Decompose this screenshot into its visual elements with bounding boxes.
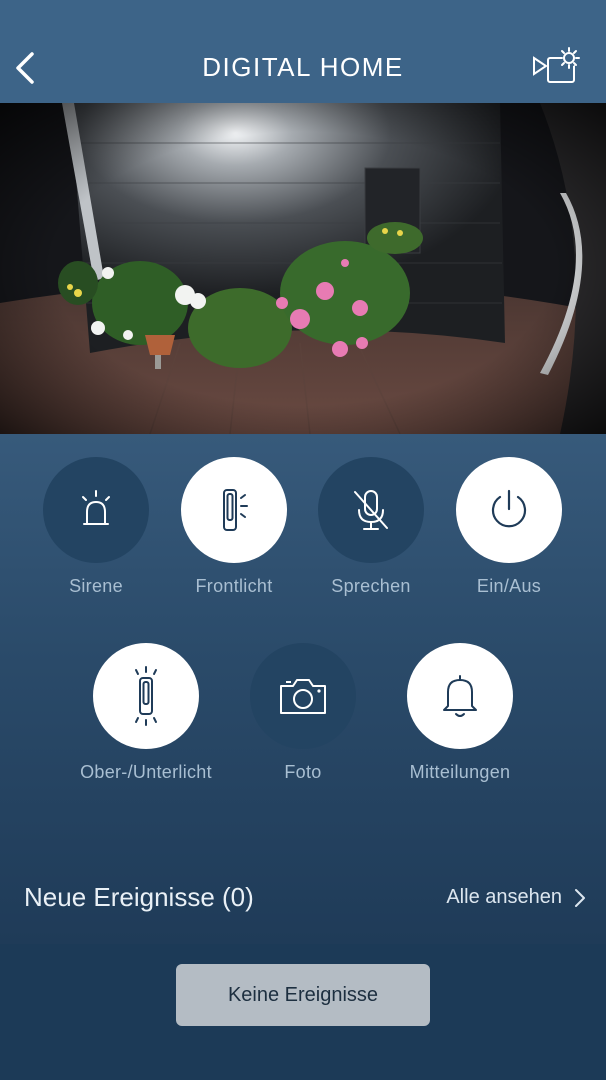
see-all-label: Alle ansehen: [446, 886, 562, 908]
no-events-button[interactable]: Keine Ereignisse: [176, 964, 430, 1026]
front-light-icon: [223, 489, 248, 531]
see-all-link[interactable]: Alle ansehen: [446, 886, 586, 909]
photo-control[interactable]: Foto: [233, 643, 373, 783]
power-control[interactable]: Ein/Aus: [439, 457, 579, 597]
speak-button[interactable]: [318, 457, 424, 563]
app-header: DIGITAL HOME: [0, 0, 606, 103]
front-light-control[interactable]: Frontlicht: [164, 457, 304, 597]
up-down-light-button[interactable]: [93, 643, 199, 749]
siren-control[interactable]: Sirene: [26, 457, 166, 597]
siren-button[interactable]: [43, 457, 149, 563]
chevron-right-icon: [575, 888, 585, 907]
page-title: DIGITAL HOME: [202, 52, 404, 82]
photo-button[interactable]: [250, 643, 356, 749]
controls-panel: Sirene Frontlicht Sprechen Ein/Aus Ober-…: [0, 434, 606, 944]
siren-icon: [82, 490, 110, 525]
front-light-button[interactable]: [181, 457, 287, 563]
power-label: Ein/Aus: [476, 576, 542, 596]
speak-label: Sprechen: [331, 576, 411, 596]
power-icon: [491, 489, 527, 528]
camera-settings-button[interactable]: [528, 44, 584, 88]
up-down-light-control[interactable]: Ober-/Unterlicht: [76, 643, 216, 783]
bell-icon: [443, 675, 477, 717]
notifications-label: Mitteilungen: [409, 762, 511, 782]
events-header: Neue Ereignisse (0) Alle ansehen: [0, 870, 606, 930]
camera-image: [0, 103, 606, 434]
speak-control[interactable]: Sprechen: [301, 457, 441, 597]
front-light-label: Frontlicht: [195, 576, 273, 596]
microphone-muted-icon: [354, 490, 388, 530]
up-down-light-icon: [135, 666, 157, 726]
notifications-button[interactable]: [407, 643, 513, 749]
camera-live-view[interactable]: [0, 103, 606, 434]
notifications-control[interactable]: Mitteilungen: [390, 643, 530, 783]
events-title: Neue Ereignisse (0): [24, 882, 254, 912]
camera-icon: [280, 679, 326, 714]
up-down-light-label: Ober-/Unterlicht: [80, 762, 212, 782]
events-list-area: Keine Ereignisse: [0, 944, 606, 1080]
photo-label: Foto: [284, 762, 322, 782]
camera-settings-icon: [533, 47, 580, 83]
siren-label: Sirene: [69, 576, 123, 596]
power-button[interactable]: [456, 457, 562, 563]
